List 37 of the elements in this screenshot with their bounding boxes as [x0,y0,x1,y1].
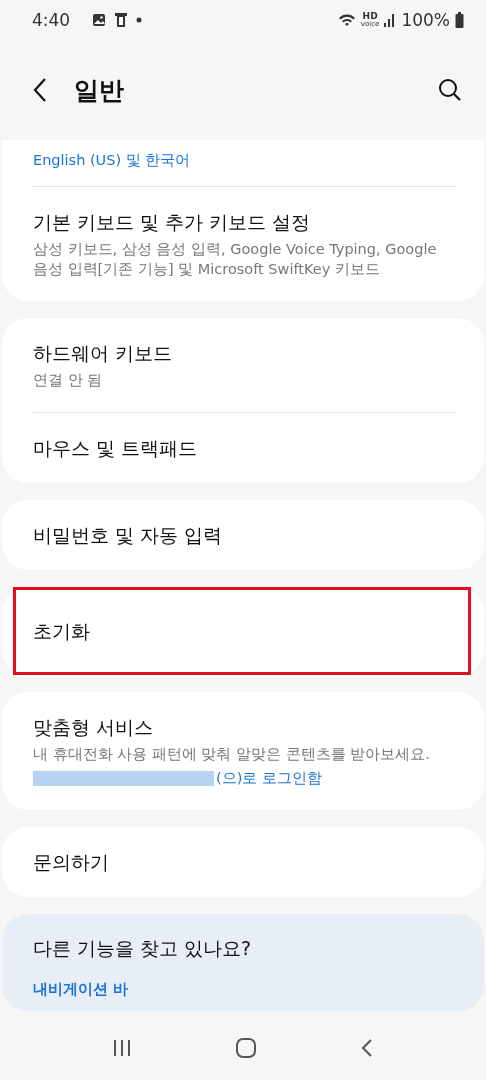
clock-time: 4:40 [32,10,71,30]
battery-percent: 100% [401,10,450,30]
notification-dot-icon [136,17,143,23]
page-title: 일반 [74,74,125,107]
suggestion-link[interactable]: 내비게이션 바 [33,980,453,999]
home-icon [235,1037,257,1059]
item-title: 초기화 [33,619,91,644]
item-subtitle: 내 휴대전화 사용 패턴에 맞춰 알맞은 콘텐츠를 받아보세요. [33,745,431,764]
item-subtitle: 연결 안 됨 [33,371,104,390]
back-nav-icon [360,1038,375,1058]
item-subtitle: 삼성 키보드, 삼성 음성 입력, Google Voice Typing, Google 음성 입력[기존 기능] 및 Microsoft SwiftKey 키보드 [33,240,438,279]
settings-item[interactable]: 마우스 및 트랙패드 [2,413,484,483]
settings-item[interactable]: 맞춤형 서비스 내 휴대전화 사용 패턴에 맞춰 알맞은 콘텐츠를 받아보세요. (으)로 로그인함 [2,692,484,810]
settings-item[interactable]: 비밀번호 및 자동 입력 [2,500,484,570]
settings-item[interactable]: 초기화 [13,587,471,675]
signal-icon [384,13,397,27]
search-icon [438,78,462,102]
device-icon [114,12,129,28]
settings-item[interactable]: 문의하기 [2,827,484,897]
suggestion-title: 다른 기능을 찾고 있나요? [33,936,253,961]
item-title: 마우스 및 트랙패드 [33,436,199,461]
item-subtitle: English (US) 및 한국어 [33,151,192,170]
wifi-icon [337,13,356,27]
settings-item[interactable]: English (US) 및 한국어 [2,140,484,186]
hd-label: HD [362,12,378,21]
settings-item[interactable]: 하드웨어 키보드 연결 안 됨 [2,318,484,412]
item-title: 맞춤형 서비스 [33,715,155,740]
battery-icon [455,12,464,28]
gallery-icon [92,13,107,27]
login-status: (으)로 로그인함 [216,769,322,788]
settings-item[interactable]: 기본 키보드 및 추가 키보드 설정 삼성 키보드, 삼성 음성 입력, Google Voice Typing, Google 음성 입력[기존 기능] 및 Microsoft SwiftKey 키보드 [2,187,484,301]
item-title: 비밀번호 및 자동 입력 [33,523,224,548]
item-title: 하드웨어 키보드 [33,341,174,366]
item-title: 기본 키보드 및 추가 키보드 설정 [33,210,312,235]
recents-icon [111,1038,132,1058]
back-icon [32,77,48,103]
item-title: 문의하기 [33,850,110,875]
